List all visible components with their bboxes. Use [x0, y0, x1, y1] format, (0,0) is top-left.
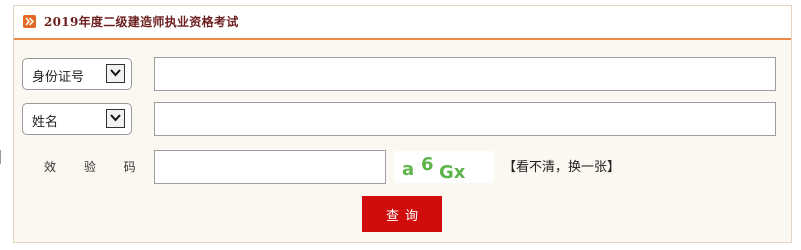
name-input[interactable] — [154, 102, 776, 136]
id-type-select[interactable]: 身份证号 — [22, 58, 132, 90]
divider — [0, 150, 1, 164]
captcha-input[interactable] — [154, 150, 386, 184]
arrow-right-icon — [23, 15, 36, 28]
id-type-selected-label: 身份证号 — [32, 70, 85, 85]
captcha-char: a — [402, 159, 415, 180]
captcha-image[interactable]: a 6 Gx — [394, 151, 494, 183]
query-button[interactable]: 查询 — [362, 196, 442, 232]
panel-title: 2019年度二级建造师执业资格考试 — [44, 15, 239, 29]
id-number-input[interactable] — [154, 57, 776, 91]
name-type-select[interactable]: 姓名 — [22, 103, 132, 135]
name-type-selected-label: 姓名 — [32, 115, 59, 130]
chevron-down-icon[interactable] — [106, 109, 125, 128]
captcha-label: 效 验 码 — [44, 160, 148, 174]
panel-header: 2019年度二级建造师执业资格考试 — [14, 6, 791, 40]
refresh-captcha-link[interactable]: 【看不清，换一张】 — [503, 156, 620, 175]
captcha-char: 6 — [421, 154, 434, 175]
captcha-char: Gx — [439, 162, 466, 183]
chevron-down-icon[interactable] — [106, 64, 125, 83]
